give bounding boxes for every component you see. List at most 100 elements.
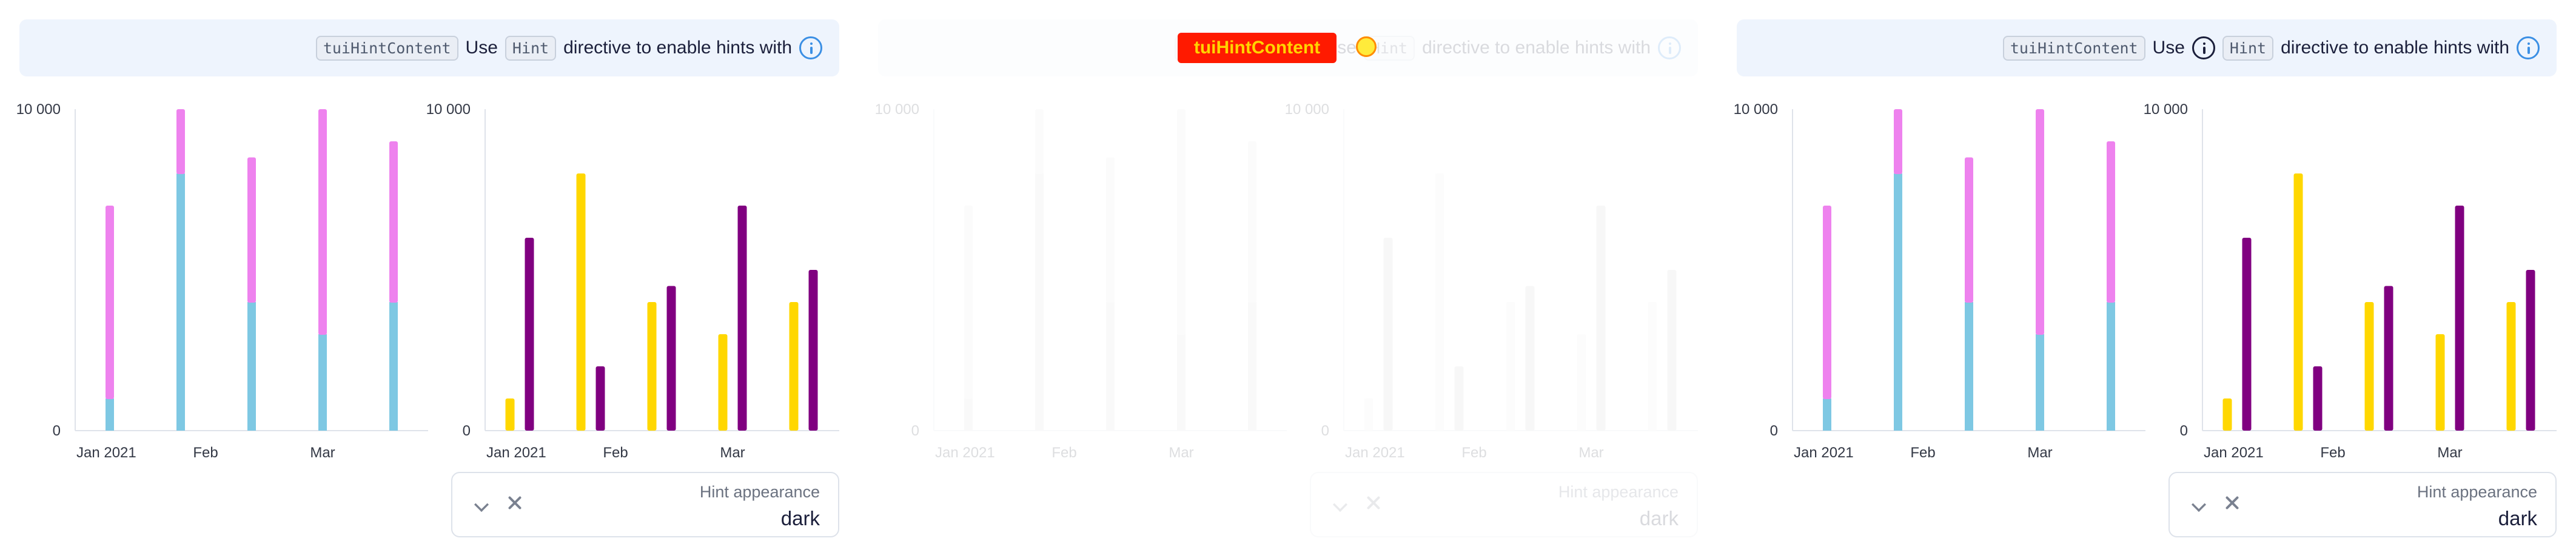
hint-appearance-value: dark (1639, 507, 1679, 529)
bar-segment-top (1823, 206, 1831, 399)
y-tick-label: 0 (463, 423, 471, 439)
x-tick-label: Mar (2027, 445, 2052, 461)
bar-series-a (2506, 302, 2516, 431)
y-tick-label: 10 000 (2144, 101, 2188, 118)
bar-series-a (576, 173, 586, 431)
bar-series-b (2313, 366, 2323, 431)
y-tick-label: 10 000 (875, 101, 919, 118)
y-tick-label: 10 000 (426, 101, 471, 118)
bar-segment-bottom (1035, 173, 1044, 431)
bar-segment-bottom (2107, 302, 2115, 431)
stacked-bar-chart: 0 10 000 Jan 2021 Feb Mar 0 10 000 Jan 2021 Feb M… (16, 101, 839, 461)
chevron-down-icon[interactable] (2191, 497, 2207, 513)
bar-segment-top (964, 206, 973, 399)
x-tick-label: Feb (1461, 445, 1486, 461)
bar-series-b (2242, 238, 2252, 431)
bar-series-b (2384, 286, 2393, 431)
bar-series-a (2293, 173, 2303, 431)
x-tick-label: Feb (193, 445, 218, 461)
y-tick-label: 10 000 (16, 101, 61, 118)
bar-series-a (2364, 302, 2374, 431)
demo-panel-1: tuiHintContent Use Hint directive to ena… (0, 0, 859, 558)
close-icon[interactable] (506, 494, 524, 512)
y-tick-label: 0 (1770, 423, 1778, 439)
bar-segment-top (247, 157, 256, 303)
y-tick-label: 10 000 (1285, 101, 1329, 118)
bar-series-b (1454, 366, 1464, 431)
demo-strip: tuiHintContent Use Hint directive to ena… (0, 0, 2576, 558)
bar-segment-bottom (1106, 302, 1115, 431)
hint-appearance-label: Hint appearance (2417, 483, 2537, 501)
bar-series-a (1364, 398, 1374, 431)
x-tick-label: Jan 2021 (486, 445, 546, 461)
hint-text-use: Use (2152, 38, 2185, 58)
x-tick-label: Mar (1578, 445, 1603, 461)
bar-segment-top (1106, 157, 1115, 303)
bar-series-a (1506, 302, 1515, 431)
close-icon[interactable] (1364, 494, 1383, 512)
bar-segment-bottom (247, 302, 256, 431)
y-tick-label: 0 (1321, 423, 1329, 439)
bar-series-a (789, 302, 799, 431)
x-tick-label: Mar (310, 445, 335, 461)
bar-series-b (1596, 206, 1606, 431)
x-tick-label: Feb (603, 445, 628, 461)
chevron-down-icon[interactable] (474, 497, 489, 513)
x-tick-label: Feb (1052, 445, 1076, 461)
bar-series-a (647, 302, 657, 431)
bar-series-a (718, 334, 728, 431)
bar-segment-top (1248, 141, 1256, 303)
bar-series-b (1383, 238, 1393, 431)
bar-segment-bottom (318, 334, 327, 431)
hint-host-bar[interactable]: tuiHintContent Use Hint directive to ena… (19, 19, 839, 76)
code-chip-hint: Hint (505, 35, 557, 61)
bar-series-b (525, 238, 534, 431)
close-icon[interactable] (2223, 494, 2241, 512)
code-chip-tui-hint-content: tuiHintContent (315, 35, 458, 61)
demo-panel-2: tuiHintContent Use Hint directive to ena… (859, 0, 1717, 558)
bar-segment-top (1965, 157, 1973, 303)
info-icon[interactable] (1658, 36, 1681, 59)
bar-series-a (1435, 173, 1444, 431)
info-icon[interactable] (2517, 36, 2540, 59)
bar-segment-top (2036, 109, 2044, 335)
bar-segment-top (106, 206, 114, 399)
x-tick-label: Jan 2021 (1345, 445, 1405, 461)
hint-appearance-select[interactable]: Hint appearance dark (451, 472, 839, 537)
hint-appearance-label: Hint appearance (699, 483, 820, 501)
x-tick-label: Jan 2021 (2204, 445, 2264, 461)
hint-host-bar[interactable]: tuiHintContent Use Hint directive to ena… (1737, 19, 2557, 76)
bar-series-b (595, 366, 605, 431)
bar-segment-top (318, 109, 327, 335)
bar-segment-top (389, 141, 398, 303)
bar-series-b (1667, 270, 1677, 431)
bar-segment-top (1035, 109, 1044, 174)
hint-appearance-select[interactable]: Hint appearance dark (2168, 472, 2557, 537)
overlapping-hint-banner: tuiHintContent (1178, 33, 1337, 63)
y-tick-label: 10 000 (1734, 101, 1778, 118)
bar-segment-top (176, 109, 185, 174)
hint-text-tail: directive to enable hints with (563, 38, 792, 58)
bar-series-b (2526, 270, 2535, 431)
x-tick-label: Feb (1910, 445, 1935, 461)
bar-segment-bottom (2036, 334, 2044, 431)
bar-segment-top (1177, 109, 1186, 335)
x-tick-label: Jan 2021 (1794, 445, 1854, 461)
stacked-bar-chart: 0 10 000 Jan 2021 Feb Mar 0 10 000 Jan 2021 Feb M… (1734, 101, 2557, 461)
x-tick-label: Jan 2021 (935, 445, 995, 461)
chevron-down-icon[interactable] (1332, 497, 1348, 513)
bar-series-a (505, 398, 515, 431)
info-icon (2192, 36, 2215, 59)
bar-segment-bottom (389, 302, 398, 431)
warning-icon (1356, 36, 1377, 57)
bar-series-b (2455, 206, 2464, 431)
x-tick-label: Mar (1169, 445, 1193, 461)
bar-segment-bottom (964, 398, 973, 431)
bar-segment-bottom (1894, 173, 1902, 431)
hint-appearance-select[interactable]: Hint appearance dark (1310, 472, 1698, 537)
info-icon[interactable] (799, 36, 822, 59)
bar-series-b (1525, 286, 1535, 431)
bar-segment-bottom (106, 398, 114, 431)
bar-segment-top (2107, 141, 2115, 303)
demo-panel-3: tuiHintContent Use Hint directive to ena… (1717, 0, 2576, 558)
